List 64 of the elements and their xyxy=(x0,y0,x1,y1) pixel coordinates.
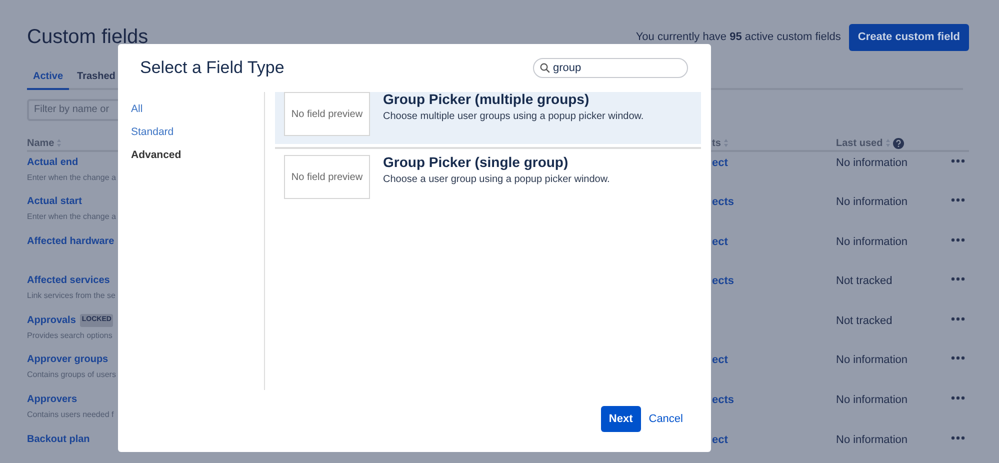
category-link[interactable]: Standard xyxy=(131,124,264,140)
field-name-link[interactable]: Actual end xyxy=(27,154,78,170)
field-description: Provides search options xyxy=(27,330,114,342)
field-name-link[interactable]: Approvals xyxy=(27,312,76,328)
sort-icon xyxy=(724,139,728,147)
projects-link[interactable]: ect xyxy=(712,354,728,366)
last-used-text: Not tracked xyxy=(836,314,892,327)
cancel-link[interactable]: Cancel xyxy=(644,406,687,432)
last-used-text: No information xyxy=(836,354,908,366)
more-icon[interactable] xyxy=(951,158,965,162)
field-name-link[interactable]: Approvers xyxy=(27,392,78,408)
last-used-text: Not tracked xyxy=(836,275,892,288)
last-used-text: No information xyxy=(836,236,908,248)
more-icon[interactable] xyxy=(951,238,965,242)
more-icon[interactable] xyxy=(951,198,965,202)
column-header[interactable]: Last used xyxy=(836,136,883,150)
field-description: Contains groups of users xyxy=(27,369,117,382)
field-name-link[interactable]: Affected hardware xyxy=(27,234,114,249)
field-name-link[interactable]: Actual start xyxy=(27,194,82,210)
sort-icon xyxy=(886,139,890,147)
last-used-text: No information xyxy=(836,156,908,168)
field-name-link[interactable]: Affected services xyxy=(27,273,110,288)
page-title: Custom fields xyxy=(27,25,148,50)
help-icon[interactable] xyxy=(892,138,904,148)
create-custom-field-button[interactable]: Create custom field xyxy=(848,24,969,50)
field-description: Contains users needed f xyxy=(27,409,115,422)
option-description: Choose multiple user groups using a popup picker window. xyxy=(383,110,644,124)
projects-link[interactable]: ects xyxy=(712,394,734,406)
projects-link[interactable]: ects xyxy=(712,196,734,208)
field-name-link[interactable]: Approver groups xyxy=(27,352,108,368)
search-field[interactable]: group xyxy=(533,58,688,78)
option-title: Group Picker (multiple groups) xyxy=(383,92,590,108)
tab[interactable]: Active xyxy=(27,68,70,90)
projects-link[interactable]: ects xyxy=(712,275,734,288)
field-description: Enter when the change a xyxy=(27,211,117,224)
field-type-option[interactable]: No field preview Group Picker (multiple groups) Choose multiple user groups using a popup picker window. xyxy=(275,92,701,144)
search-icon xyxy=(540,63,550,73)
preview-box: No field preview xyxy=(284,155,370,199)
field-name-link[interactable]: Backout plan xyxy=(27,432,90,447)
more-icon[interactable] xyxy=(951,316,965,321)
more-icon[interactable] xyxy=(951,396,965,400)
last-used-text: No information xyxy=(836,434,908,446)
more-icon[interactable] xyxy=(951,277,965,282)
projects-link[interactable]: ect xyxy=(712,236,728,248)
column-header[interactable]: ts xyxy=(712,136,721,150)
category-link[interactable]: Advanced xyxy=(131,148,264,164)
field-description: Enter when the change a xyxy=(27,172,117,184)
last-used-text: No information xyxy=(836,394,908,406)
more-icon[interactable] xyxy=(951,436,965,440)
field-count-text: You currently have 95 active custom fields xyxy=(636,30,841,45)
preview-box: No field preview xyxy=(284,92,370,136)
sort-icon xyxy=(57,139,62,147)
option-title: Group Picker (single group) xyxy=(383,155,570,170)
last-used-text: No information xyxy=(836,196,908,208)
field-type-option[interactable]: No field preview Group Picker (single group) Choose a user group using a popup picker window. xyxy=(275,147,701,202)
projects-link[interactable]: ect xyxy=(712,156,728,168)
option-description: Choose a user group using a popup picker window. xyxy=(383,173,610,188)
tab[interactable]: Trashed xyxy=(71,68,122,90)
projects-link[interactable]: ect xyxy=(712,434,728,446)
next-button[interactable]: Next xyxy=(600,406,641,432)
dialog-title: Select a Field Type xyxy=(140,58,284,78)
field-description: Link services from the se xyxy=(27,290,116,302)
column-header[interactable]: Name xyxy=(27,136,54,150)
more-icon[interactable] xyxy=(951,356,965,360)
